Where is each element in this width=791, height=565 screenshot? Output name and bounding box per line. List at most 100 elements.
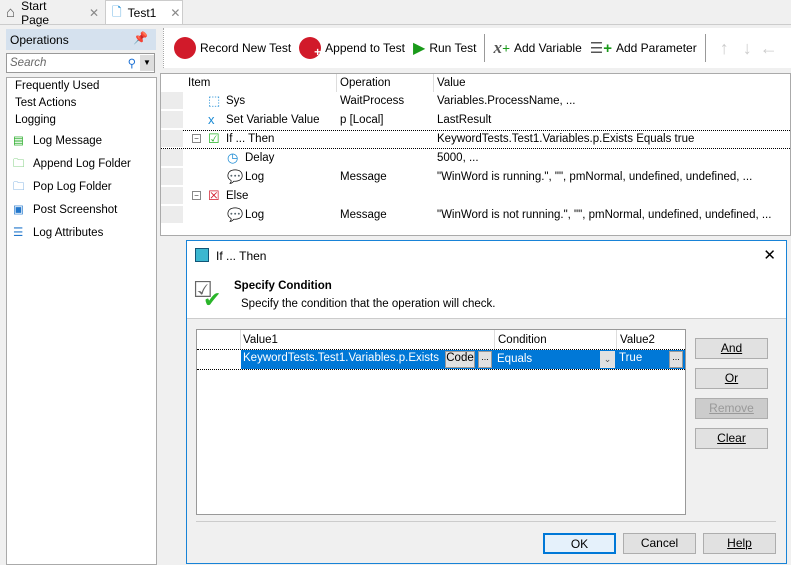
value-cell: KeywordTests.Test1.Variables.p.Exists Eq…	[437, 133, 695, 145]
value-cell: 5000, ...	[437, 152, 479, 164]
operation-cell: p [Local]	[340, 114, 384, 126]
operation-log-attributes[interactable]: ☰ Log Attributes	[7, 221, 156, 244]
test-steps-grid: Item Operation Value ⬚ Sys WaitProcess Vari…	[160, 73, 791, 236]
value-cell: LastResult	[437, 114, 492, 126]
pin-icon[interactable]: 📌	[133, 31, 148, 45]
value1-field[interactable]: KeywordTests.Test1.Variables.p.Exists	[243, 352, 439, 364]
table-row[interactable]: 💬 Log Message "WinWord is running.", "", pm…	[161, 168, 791, 187]
chevron-down-icon[interactable]: ⌄	[600, 351, 615, 368]
add-variable-button[interactable]: x+ Add Variable	[493, 38, 581, 58]
condition-grid: Value1 Condition Value2 KeywordTests.Tes…	[196, 329, 686, 515]
set-variable-icon: x	[208, 112, 215, 127]
keyword-test-icon: 🗋	[112, 4, 122, 19]
collapse-icon[interactable]: −	[192, 134, 201, 143]
cancel-button[interactable]: Cancel	[623, 533, 696, 554]
table-row[interactable]: ⬚ Sys WaitProcess Variables.ProcessName, ..…	[161, 92, 791, 111]
delay-icon: ◷	[227, 150, 239, 165]
run-test-button[interactable]: ▶ Run Test	[413, 38, 476, 58]
and-button[interactable]: And	[695, 338, 768, 359]
remove-button[interactable]: Remove	[695, 398, 768, 419]
column-item[interactable]: Item	[188, 77, 210, 89]
column-value2: Value2	[620, 334, 655, 346]
operation-cell: Message	[340, 209, 387, 221]
sys-icon: ⬚	[208, 93, 221, 108]
help-button[interactable]: Help	[703, 533, 776, 554]
value-cell: "WinWord is not running.", "", pmNormal,…	[437, 209, 772, 221]
append-to-test-button[interactable]: + Append to Test	[299, 37, 405, 59]
table-row[interactable]: 💬 Log Message "WinWord is not running.", ""…	[161, 206, 791, 225]
record-icon	[174, 37, 196, 59]
row-header[interactable]	[161, 206, 183, 224]
log-icon: 💬	[227, 207, 244, 222]
value2-ellipsis-button[interactable]: ...	[669, 351, 683, 368]
log-icon: 💬	[227, 169, 244, 184]
column-value1: Value1	[243, 334, 278, 346]
item-cell: If ... Then	[226, 133, 275, 145]
dialog-heading: Specify Condition	[234, 280, 332, 292]
category-frequently-used[interactable]: Frequently Used	[7, 78, 156, 95]
collapse-icon[interactable]: −	[192, 191, 201, 200]
column-value[interactable]: Value	[437, 77, 466, 89]
row-header[interactable]	[161, 130, 183, 148]
or-button[interactable]: Or	[695, 368, 768, 389]
add-parameter-icon: ☰+	[589, 40, 612, 57]
add-parameter-button[interactable]: ☰+ Add Parameter	[590, 39, 697, 57]
column-condition: Condition	[498, 334, 547, 346]
dialog-subheading: Specify the condition that the operation…	[241, 298, 496, 310]
grid-header: Item Operation Value	[161, 74, 791, 93]
row-header[interactable]	[161, 111, 183, 129]
search-icon[interactable]: ⚲	[128, 56, 136, 70]
close-tab-icon[interactable]: ✕	[170, 6, 180, 20]
table-row[interactable]: ◷ Delay 5000, ...	[161, 149, 791, 168]
value2-field[interactable]: True	[619, 352, 642, 364]
tab-test1[interactable]: 🗋 Test1 ✕	[105, 0, 183, 25]
value1-ellipsis-button[interactable]: ...	[478, 351, 492, 368]
log-message-icon: ▤	[13, 134, 24, 147]
category-logging[interactable]: Logging	[7, 112, 156, 129]
item-cell: Log	[245, 209, 265, 221]
operation-cell: Message	[340, 171, 387, 183]
dialog-close-icon[interactable]: ✕	[763, 246, 776, 264]
move-down-icon[interactable]: ↓	[743, 38, 752, 59]
dropdown-arrow-icon[interactable]: ▼	[140, 55, 154, 71]
dialog-title: If ... Then	[216, 249, 267, 263]
operation-pop-log-folder[interactable]: 🗀 Pop Log Folder	[7, 175, 156, 198]
row-header[interactable]	[161, 187, 183, 205]
tab-start-page[interactable]: ⌂ Start Page ✕	[0, 0, 105, 27]
move-up-icon[interactable]: ↑	[720, 38, 729, 59]
condition-row[interactable]: KeywordTests.Test1.Variables.p.Exists Co…	[197, 349, 685, 370]
screenshot-icon: ▣	[13, 203, 24, 216]
row-header[interactable]	[161, 92, 183, 110]
operations-search[interactable]: Search ⚲ ▼	[6, 53, 155, 73]
column-operation[interactable]: Operation	[340, 77, 391, 89]
item-cell: Set Variable Value	[226, 114, 320, 126]
condition-check-icon: ☑ ✔	[193, 277, 222, 312]
home-icon: ⌂	[6, 4, 16, 21]
category-test-actions[interactable]: Test Actions	[7, 95, 156, 112]
pop-folder-icon: 🗀	[13, 180, 25, 193]
table-row[interactable]: x Set Variable Value p [Local] LastResult	[161, 111, 791, 130]
operation-post-screenshot[interactable]: ▣ Post Screenshot	[7, 198, 156, 221]
operation-append-log-folder[interactable]: 🗀 Append Log Folder	[7, 152, 156, 175]
append-folder-icon: 🗀	[13, 157, 25, 170]
toolbar: Record New Test + Append to Test ▶ Run Tes…	[163, 28, 791, 68]
item-cell: Log	[245, 171, 265, 183]
operation-log-message[interactable]: ▤ Log Message	[7, 129, 156, 152]
code-button[interactable]: Code	[445, 351, 475, 368]
row-header[interactable]	[161, 149, 183, 167]
row-header[interactable]	[161, 168, 183, 186]
record-new-test-button[interactable]: Record New Test	[174, 37, 291, 59]
toolbar-separator	[484, 34, 486, 62]
clear-button[interactable]: Clear	[695, 428, 768, 449]
move-left-icon[interactable]: ←	[760, 38, 778, 59]
table-row[interactable]: − ☒ Else	[161, 187, 791, 206]
value-cell: "WinWord is running.", "", pmNormal, und…	[437, 171, 753, 183]
ok-button[interactable]: OK	[543, 533, 616, 554]
condition-select[interactable]: Equals	[497, 353, 532, 365]
toolbar-separator	[704, 34, 706, 62]
value-cell: Variables.ProcessName, ...	[437, 95, 576, 107]
table-row[interactable]: − ☑ If ... Then KeywordTests.Test1.Variable…	[161, 130, 791, 149]
log-attributes-icon: ☰	[13, 226, 24, 239]
close-tab-icon[interactable]: ✕	[89, 6, 99, 20]
operations-list: Frequently Used Test Actions Logging ▤ Lo…	[6, 77, 157, 565]
